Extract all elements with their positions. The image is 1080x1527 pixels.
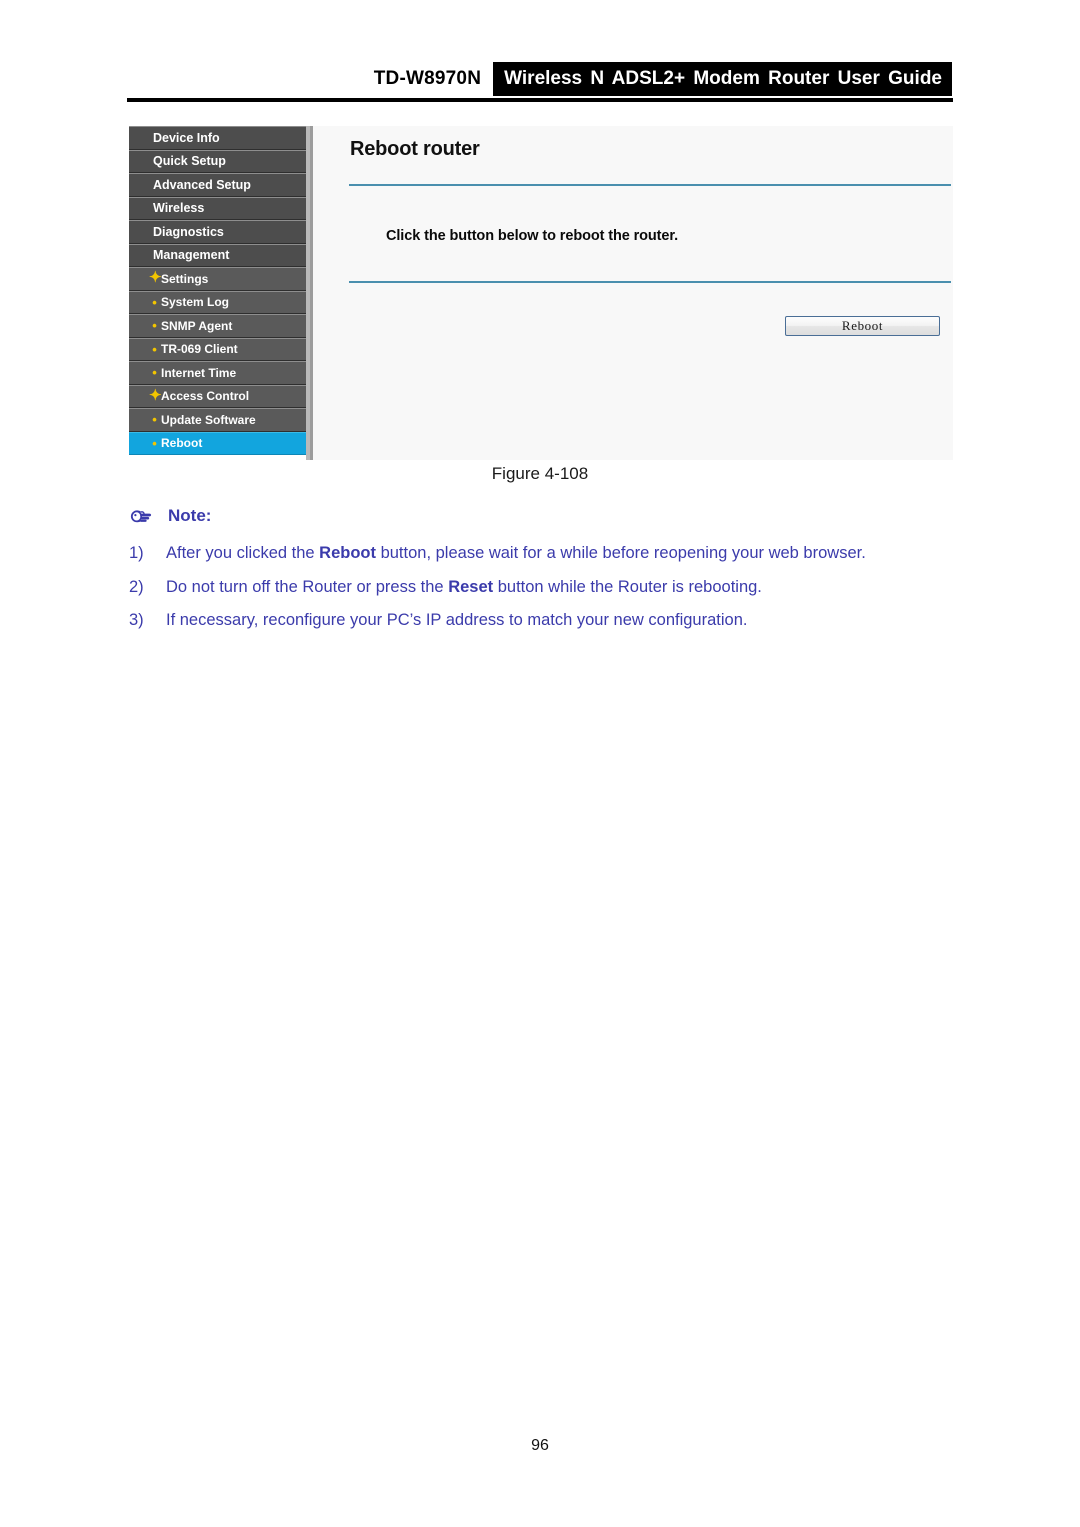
note-item-number: 1) <box>129 544 144 562</box>
reboot-button[interactable]: Reboot <box>785 316 940 336</box>
sidebar-item-label: Internet Time <box>161 365 237 380</box>
expand-star-icon: ✦ <box>149 269 162 287</box>
sidebar-item-update-software[interactable]: • Update Software <box>129 408 306 432</box>
panel-divider-bottom <box>349 281 951 283</box>
note-item: 2) Do not turn off the Router or press th… <box>129 574 953 601</box>
bullet-dot-icon: • <box>152 341 157 357</box>
sidebar-item-label: Wireless <box>153 201 205 216</box>
bullet-dot-icon: • <box>152 365 157 381</box>
header-row: TD-W8970N Wireless N ADSL2+ Modem Router… <box>129 62 952 96</box>
bullet-dot-icon: • <box>152 412 157 428</box>
note-item-emphasis: Reset <box>448 577 494 596</box>
sidebar-item-label: Advanced Setup <box>153 177 251 192</box>
note-item-text: If necessary, reconfigure your PC’s IP a… <box>166 611 748 630</box>
note-heading: Note: <box>129 506 953 526</box>
page-number: 96 <box>531 1437 549 1454</box>
sidebar-item-access-control[interactable]: ✦ Access Control <box>129 384 306 408</box>
sidebar-item-label: Reboot <box>161 436 203 451</box>
panel-instruction-text: Click the button below to reboot the rou… <box>386 228 679 244</box>
note-item: 1) After you clicked the Reboot button, p… <box>129 540 953 567</box>
panel-title: Reboot router <box>350 138 480 160</box>
page-header: TD-W8970N Wireless N ADSL2+ Modem Router… <box>0 0 1080 102</box>
figure-caption: Figure 4-108 <box>491 464 589 483</box>
sidebar-item-label: Management <box>153 248 230 263</box>
panel-divider-top <box>349 184 951 186</box>
sidebar-item-label: Diagnostics <box>153 224 224 239</box>
bullet-dot-icon: • <box>152 294 157 310</box>
sidebar-item-management[interactable]: Management <box>129 243 306 267</box>
header-divider <box>127 98 953 102</box>
router-web-interface: Device Info Quick Setup Advanced Setup Wire… <box>129 126 953 460</box>
bullet-dot-icon: • <box>152 435 157 451</box>
pointing-hand-icon <box>129 507 155 525</box>
sidebar-item-diagnostics[interactable]: Diagnostics <box>129 220 306 244</box>
sidebar-item-quick-setup[interactable]: Quick Setup <box>129 149 306 173</box>
note-heading-label: Note: <box>168 506 212 525</box>
sidebar-item-label: Settings <box>161 271 209 286</box>
content-panel: Reboot router Click the button below to … <box>310 126 953 460</box>
sidebar-item-label: TR-069 Client <box>161 342 238 357</box>
sidebar-item-tr-069-client[interactable]: • TR-069 Client <box>129 337 306 361</box>
sidebar-item-reboot[interactable]: • Reboot <box>129 431 306 455</box>
sidebar-item-snmp-agent[interactable]: • SNMP Agent <box>129 314 306 338</box>
sidebar-navigation: Device Info Quick Setup Advanced Setup Wire… <box>129 126 306 455</box>
sidebar-item-internet-time[interactable]: • Internet Time <box>129 361 306 385</box>
sidebar-item-label: Update Software <box>161 412 256 427</box>
note-list: 1) After you clicked the Reboot button, p… <box>129 540 953 634</box>
note-item-text: After you clicked the Reboot button, ple… <box>166 544 866 562</box>
note-item-text: Do not turn off the Router or press the … <box>166 577 762 596</box>
sidebar-item-label: Access Control <box>161 389 250 404</box>
sidebar-item-label: System Log <box>161 295 230 310</box>
note-item-emphasis: Reboot <box>319 544 376 562</box>
note-block: Note: 1) After you clicked the Reboot but… <box>129 506 953 641</box>
note-item-number: 2) <box>129 577 144 596</box>
note-item-number: 3) <box>129 611 144 630</box>
sidebar-item-advanced-setup[interactable]: Advanced Setup <box>129 173 306 197</box>
sidebar-item-settings[interactable]: ✦ Settings <box>129 267 306 291</box>
sidebar-item-device-info[interactable]: Device Info <box>129 126 306 150</box>
header-title: Wireless N ADSL2+ Modem Router User Guid… <box>493 62 952 96</box>
header-model-name: TD-W8970N <box>373 68 482 89</box>
figure-screenshot: Device Info Quick Setup Advanced Setup Wire… <box>129 126 953 460</box>
bullet-dot-icon: • <box>152 318 157 334</box>
note-item: 3) If necessary, reconfigure your PC’s IP… <box>129 607 953 634</box>
sidebar-item-label: SNMP Agent <box>161 318 233 333</box>
sidebar-item-label: Device Info <box>153 130 220 145</box>
expand-star-icon: ✦ <box>149 386 162 404</box>
sidebar-item-system-log[interactable]: • System Log <box>129 290 306 314</box>
sidebar-item-wireless[interactable]: Wireless <box>129 196 306 220</box>
sidebar-item-label: Quick Setup <box>153 154 226 169</box>
